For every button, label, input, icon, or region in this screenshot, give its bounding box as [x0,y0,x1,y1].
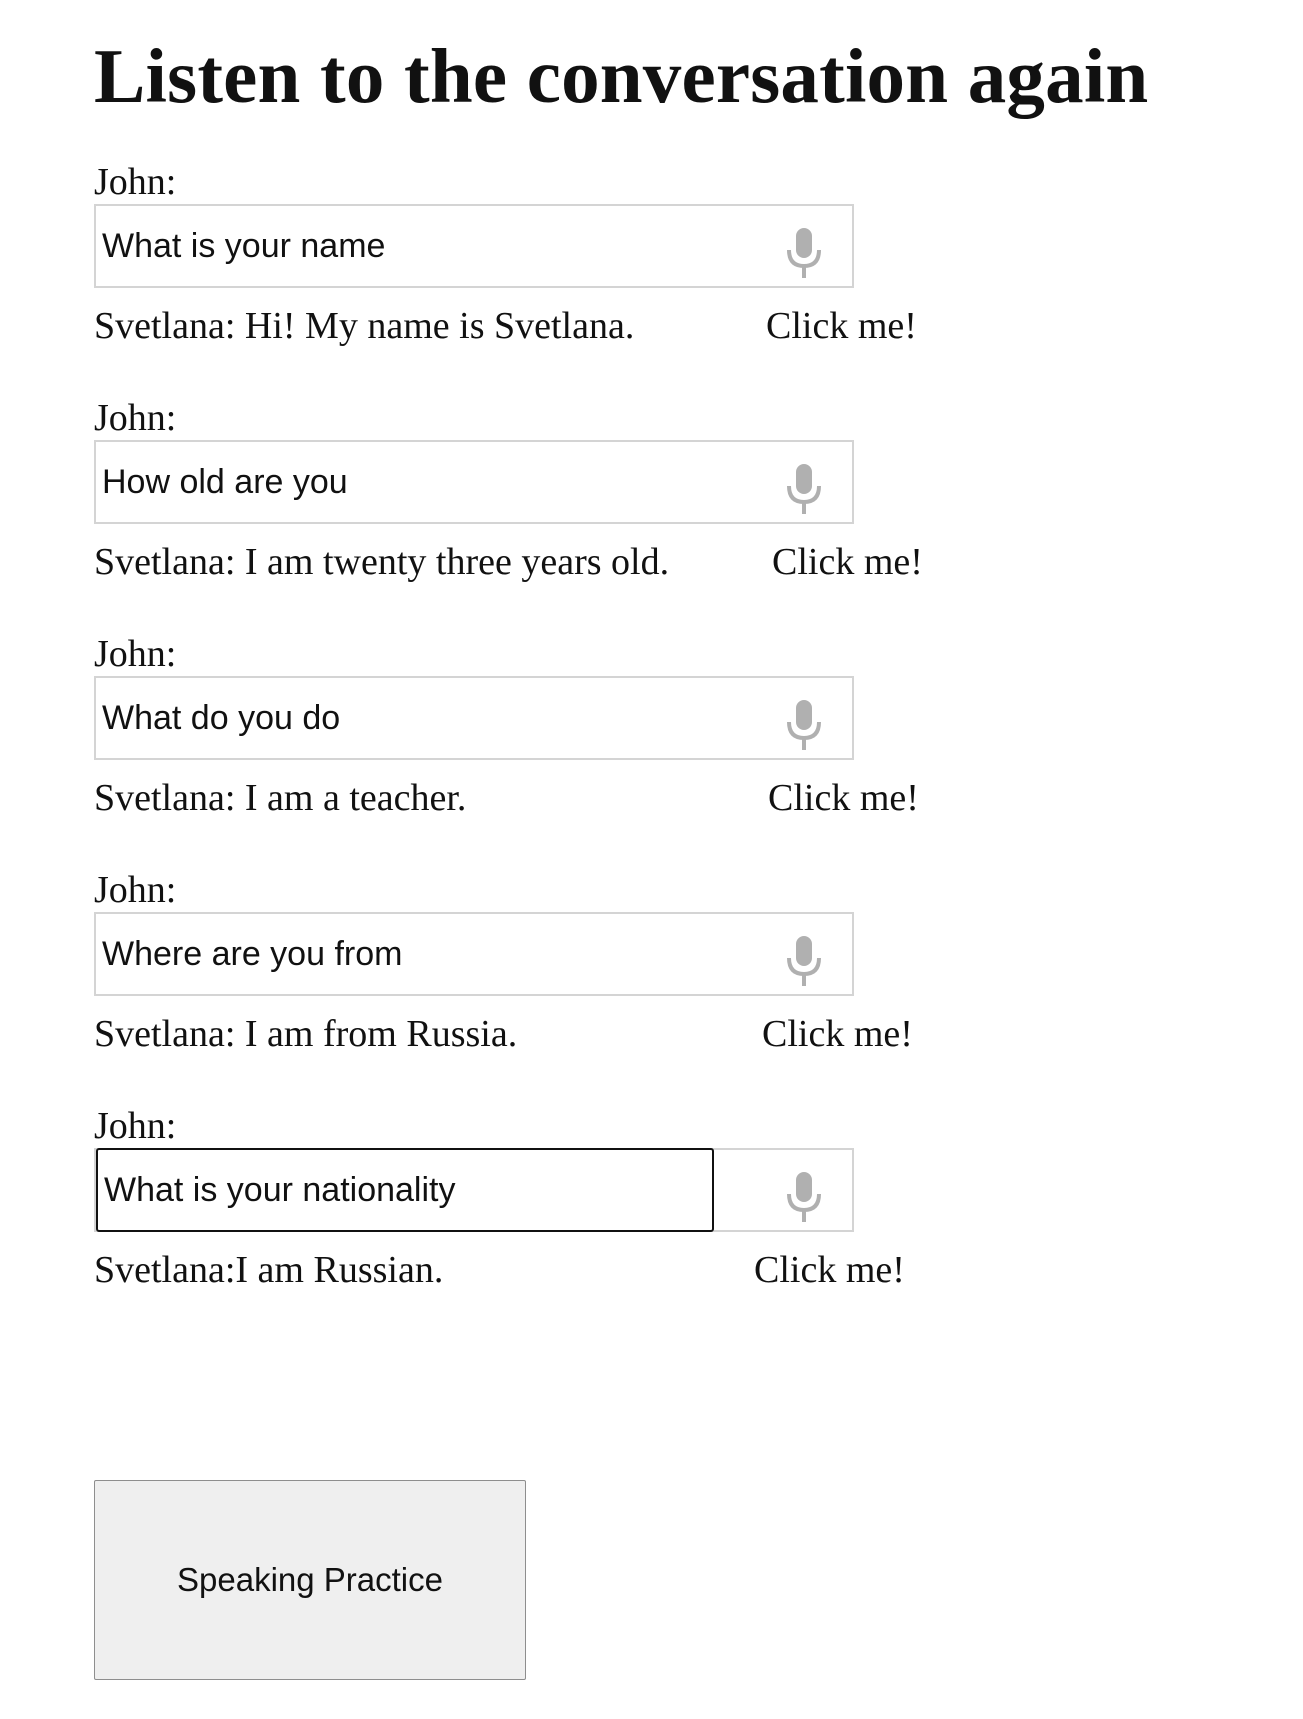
question-input[interactable] [96,206,756,286]
microphone-icon[interactable] [784,226,824,282]
svetlana-answer: Svetlana:I am Russian. [94,1249,444,1291]
click-me-button[interactable]: Click me! [766,296,917,356]
click-me-button[interactable]: Click me! [772,532,923,592]
answer-line: Svetlana: I am a teacher. Click me! [94,768,994,828]
question-input[interactable] [96,914,756,994]
answer-line: Svetlana: Hi! My name is Svetlana. Click… [94,296,994,356]
speech-input-wrapper [94,676,854,760]
conversation-block: John: Svetlana: I am a teacher. Click me… [94,632,994,892]
conversation-block: John: Svetlana: I am from Russia. Click … [94,868,994,1128]
speaker-label-john: John: [94,397,177,439]
speaker-label-john: John: [94,869,177,911]
conversation-block: John: Svetlana: I am twenty three years … [94,396,994,656]
svetlana-answer: Svetlana: Hi! My name is Svetlana. [94,305,635,347]
speaking-practice-button[interactable]: Speaking Practice [94,1480,526,1680]
microphone-icon[interactable] [784,934,824,990]
speaker-label-john: John: [94,1105,177,1147]
speech-input-wrapper [94,204,854,288]
speaker-label-john: John: [94,633,177,675]
microphone-icon[interactable] [784,1170,824,1226]
question-input[interactable] [96,442,756,522]
answer-line: Svetlana: I am from Russia. Click me! [94,1004,994,1064]
click-me-button[interactable]: Click me! [754,1240,905,1300]
page-title: Listen to the conversation again [94,33,1149,119]
question-input[interactable] [96,678,756,758]
svetlana-answer: Svetlana: I am twenty three years old. [94,541,670,583]
click-me-button[interactable]: Click me! [768,768,919,828]
click-me-button[interactable]: Click me! [762,1004,913,1064]
conversation-block: John: Svetlana: Hi! My name is Svetlana.… [94,160,994,420]
microphone-icon[interactable] [784,698,824,754]
microphone-icon[interactable] [784,462,824,518]
speech-input-wrapper [94,912,854,996]
speech-input-wrapper [94,1148,854,1232]
question-input-focused[interactable] [96,1148,714,1232]
svetlana-answer: Svetlana: I am a teacher. [94,777,467,819]
speech-input-wrapper [94,440,854,524]
svetlana-answer: Svetlana: I am from Russia. [94,1013,518,1055]
answer-line: Svetlana: I am twenty three years old. C… [94,532,994,592]
conversation-block: John: Svetlana:I am Russian. Click me! [94,1104,994,1364]
answer-line: Svetlana:I am Russian. Click me! [94,1240,994,1300]
speaker-label-john: John: [94,161,177,203]
